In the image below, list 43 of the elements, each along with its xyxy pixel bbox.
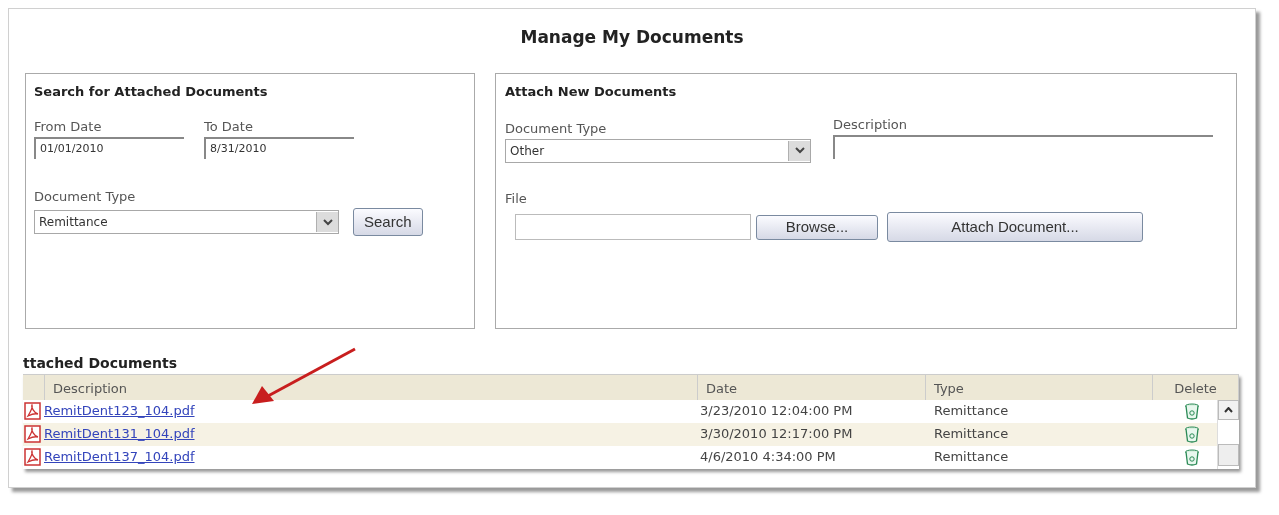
field-label: Document Type <box>505 120 608 138</box>
panel-heading: Search for Attached Documents <box>34 82 269 101</box>
field-label: Document Type <box>34 187 137 206</box>
date-field[interactable]: 8/31/2010 <box>204 136 354 159</box>
trash-icon[interactable] <box>1184 448 1200 466</box>
column-header: Date <box>698 374 926 400</box>
type-cell-text: Remittance <box>934 402 1010 421</box>
attach-document-button[interactable]: Attach Document... <box>887 212 1143 242</box>
dropdown-button[interactable] <box>788 140 810 161</box>
file-field[interactable] <box>515 214 751 240</box>
scroll-up-button[interactable] <box>1218 399 1239 420</box>
field-label: From Date <box>34 118 103 136</box>
description-field[interactable] <box>833 134 1213 159</box>
date-field[interactable]: 01/01/2010 <box>34 136 184 159</box>
dropdown-button[interactable] <box>316 212 338 232</box>
date-cell-text: 3/23/2010 12:04:00 PM <box>699 402 854 421</box>
chevron-down-icon <box>322 218 333 226</box>
panel-heading: Attach New Documents <box>505 82 678 101</box>
page-title: Manage My Documents <box>520 26 744 49</box>
search-button[interactable]: Search <box>353 208 423 236</box>
browse-button[interactable]: Browse... <box>756 214 878 240</box>
scrollbar[interactable] <box>1217 399 1239 469</box>
pdf-file-icon <box>24 425 42 443</box>
chevron-up-icon <box>1224 406 1233 413</box>
column-header: Type <box>926 374 1153 400</box>
date-cell-text: 4/6/2010 4:34:00 PM <box>699 448 837 467</box>
trash-icon[interactable] <box>1184 425 1200 443</box>
field-label: To Date <box>204 118 254 136</box>
date-cell-text: 3/30/2010 12:17:00 PM <box>699 425 854 444</box>
file-link[interactable]: RemitDent131_104.pdf <box>44 424 195 444</box>
document-type-select[interactable]: Remittance <box>34 210 339 234</box>
type-cell-text: Remittance <box>934 425 1010 444</box>
field-label: File <box>505 189 528 208</box>
file-link[interactable]: RemitDent137_104.pdf <box>44 447 195 467</box>
chevron-down-icon <box>794 147 805 154</box>
column-header: Delete <box>1153 374 1239 400</box>
trash-icon[interactable] <box>1184 402 1200 420</box>
document-type-select[interactable]: Other <box>505 138 811 163</box>
scroll-thumb[interactable] <box>1218 443 1239 466</box>
field-label: Description <box>833 116 909 134</box>
file-link[interactable]: RemitDent123_104.pdf <box>44 401 195 421</box>
section-heading: ttached Documents <box>23 353 179 373</box>
type-cell-text: Remittance <box>934 448 1010 467</box>
